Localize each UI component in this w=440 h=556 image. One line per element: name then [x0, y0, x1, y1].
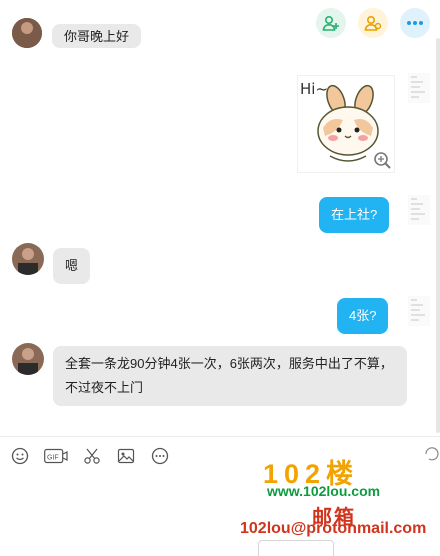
- add-group-button[interactable]: [358, 8, 388, 38]
- avatar-image: [12, 18, 42, 48]
- self-avatar-image: [408, 195, 430, 225]
- more-tools-button[interactable]: [150, 446, 170, 466]
- send-button[interactable]: [258, 540, 334, 556]
- image-icon: [117, 448, 135, 464]
- sticker-text: Hi~: [300, 80, 329, 98]
- avatar-image: [12, 243, 44, 275]
- message-bubble-left[interactable]: 全套一条龙90分钟4张一次，6张两次，服务中出了不算，不过夜不上门: [53, 346, 407, 406]
- screenshot-button[interactable]: [82, 446, 102, 466]
- self-avatar[interactable]: [408, 296, 430, 326]
- avatar-image: [12, 343, 44, 375]
- self-avatar[interactable]: [408, 73, 430, 103]
- message-bubble-right[interactable]: 4张?: [337, 298, 389, 334]
- message-bubble-left[interactable]: 嗯: [53, 248, 91, 284]
- self-avatar[interactable]: [408, 195, 430, 225]
- input-divider: [0, 436, 440, 437]
- add-contact-button[interactable]: [316, 8, 346, 38]
- gif-button[interactable]: GIF: [44, 446, 68, 466]
- history-button[interactable]: [424, 446, 440, 462]
- group-add-icon: [364, 15, 382, 31]
- image-button[interactable]: [116, 446, 136, 466]
- scissors-icon: [84, 448, 100, 464]
- message-bubble-right[interactable]: 在上社?: [319, 197, 390, 233]
- contact-avatar[interactable]: [12, 343, 44, 375]
- gif-icon: GIF: [44, 448, 68, 464]
- watermark-site: www.102lou.com: [267, 483, 381, 499]
- message-bubble-left[interactable]: 你哥晚上好: [52, 24, 142, 48]
- scrollbar[interactable]: [436, 38, 440, 433]
- add-contact-icon: [322, 15, 339, 31]
- self-avatar-image: [408, 73, 430, 103]
- emoji-button[interactable]: [10, 446, 30, 466]
- sticker-message[interactable]: Hi~: [297, 75, 395, 173]
- contact-avatar[interactable]: [12, 243, 44, 275]
- contact-avatar[interactable]: [12, 18, 42, 48]
- history-icon: [425, 447, 439, 461]
- watermark-email: 102lou@protonmail.com: [240, 520, 427, 537]
- svg-text:GIF: GIF: [47, 455, 59, 462]
- self-avatar-image: [408, 296, 430, 326]
- header-actions: [316, 8, 430, 38]
- input-toolbar: GIF: [10, 446, 170, 466]
- more-icon: [407, 21, 423, 25]
- more-circle-icon: [151, 447, 169, 465]
- emoji-icon: [11, 447, 29, 465]
- more-options-button[interactable]: [400, 8, 430, 38]
